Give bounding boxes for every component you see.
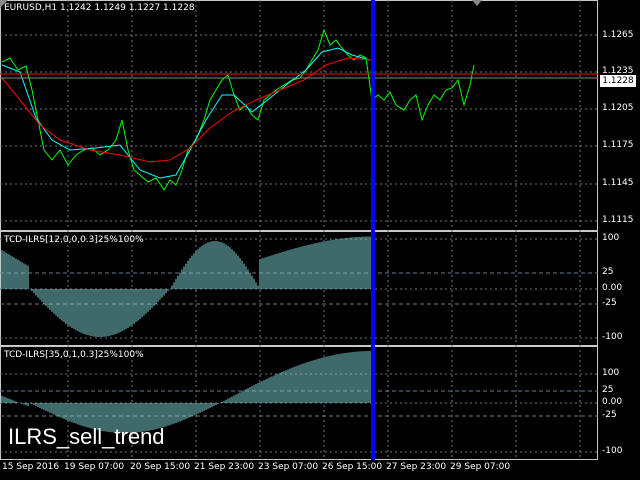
indicator1-level: -25 — [602, 298, 617, 308]
price-series — [1, 28, 475, 191]
indicator2-level: 0.00 — [602, 397, 623, 407]
indicator2-level: -25 — [602, 410, 617, 420]
symbol-header: EURUSD,H1 1.1242 1.1249 1.1227 1.1228 — [4, 3, 195, 13]
time-label: 20 Sep 15:00 — [130, 462, 191, 472]
indicator2-title: TCD-ILRS[35,0,1,0.3]25%100% — [4, 350, 144, 360]
indicator1-level: 25 — [602, 267, 614, 277]
time-label: 15 Sep 2016 — [2, 462, 60, 472]
chart-shift-icon[interactable] — [0, 0, 8, 8]
fast-ma-line — [1, 47, 371, 179]
indicator1-level: 100 — [602, 233, 620, 243]
price-label: 1.1145 — [602, 178, 634, 188]
price-label: 1.1175 — [602, 140, 634, 150]
indicator1-title: TCD-ILRS[12,0,0,0.3]25%100% — [4, 235, 144, 245]
indicator1-level: 0.00 — [602, 283, 623, 293]
indicator2-level: -100 — [602, 446, 623, 456]
time-label: 21 Sep 23:00 — [194, 462, 255, 472]
indicator1-level: -100 — [602, 332, 623, 342]
symbol-label: EURUSD,H1 — [4, 3, 58, 13]
time-label: 27 Sep 23:00 — [386, 462, 447, 472]
current-price-tag: 1.1228 — [600, 75, 636, 87]
indicator2-level: 100 — [602, 368, 620, 378]
price-label: 1.1205 — [602, 103, 634, 113]
time-label: 26 Sep 15:00 — [322, 462, 383, 472]
signal-label: ILRS_sell_trend — [8, 424, 165, 449]
price-label: 1.1115 — [602, 215, 634, 225]
time-label: 19 Sep 07:00 — [64, 462, 125, 472]
indicator2-level: 25 — [602, 385, 614, 395]
ohlc-values: 1.1242 1.1249 1.1227 1.1228 — [60, 3, 195, 13]
time-label: 23 Sep 07:00 — [258, 462, 319, 472]
price-label: 1.1265 — [602, 30, 634, 40]
shift-arrow-icon[interactable] — [472, 0, 482, 6]
time-label: 29 Sep 07:00 — [450, 462, 511, 472]
